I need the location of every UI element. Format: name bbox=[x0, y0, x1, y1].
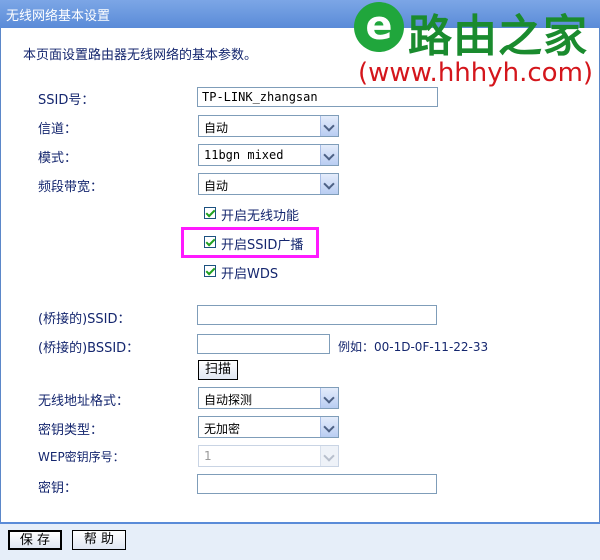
chevron-down-icon[interactable] bbox=[320, 417, 338, 437]
chevron-down-icon[interactable] bbox=[320, 116, 338, 136]
channel-select[interactable]: 自动 bbox=[198, 115, 339, 137]
channel-value: 自动 bbox=[204, 121, 229, 135]
ssid-label: SSID号： bbox=[38, 93, 95, 108]
mode-label: 模式： bbox=[38, 151, 78, 166]
enable-wireless-label: 开启无线功能 bbox=[221, 209, 300, 224]
wep-index-select[interactable]: 1 bbox=[198, 445, 339, 467]
chevron-down-icon[interactable] bbox=[320, 388, 338, 408]
footer-bar: 保 存 帮 助 bbox=[0, 522, 600, 560]
enable-wireless-checkbox[interactable] bbox=[204, 207, 216, 219]
bridge-ssid-label: (桥接的)SSID： bbox=[38, 312, 131, 327]
page-description: 本页面设置路由器无线网络的基本参数。 bbox=[23, 48, 258, 63]
chevron-down-icon[interactable] bbox=[320, 145, 338, 165]
address-format-label: 无线地址格式： bbox=[38, 394, 130, 409]
mode-value: 11bgn mixed bbox=[204, 148, 284, 162]
enable-wds-label: 开启WDS bbox=[221, 267, 279, 282]
bridge-bssid-label: (桥接的)BSSID： bbox=[38, 341, 140, 356]
watermark-logo: e 路由之家 (www.hhhyh.com) bbox=[350, 0, 600, 100]
key-type-value: 无加密 bbox=[204, 422, 241, 436]
key-input[interactable] bbox=[197, 474, 437, 494]
enable-wds-checkbox[interactable] bbox=[204, 265, 216, 277]
chevron-down-icon bbox=[320, 446, 338, 466]
wep-index-label: WEP密钥序号： bbox=[38, 450, 125, 464]
watermark-name: 路由之家 bbox=[408, 11, 588, 62]
enable-ssid-broadcast-label: 开启SSID广播 bbox=[221, 238, 304, 253]
key-label: 密钥： bbox=[38, 481, 78, 496]
watermark-url: (www.hhhyh.com) bbox=[358, 58, 594, 88]
bandwidth-select[interactable]: 自动 bbox=[198, 173, 339, 195]
bridge-bssid-input[interactable] bbox=[197, 334, 330, 354]
key-type-label: 密钥类型： bbox=[38, 423, 104, 438]
wep-index-value: 1 bbox=[204, 449, 212, 463]
scan-button[interactable]: 扫描 bbox=[198, 360, 238, 380]
chevron-down-icon[interactable] bbox=[320, 174, 338, 194]
bandwidth-value: 自动 bbox=[204, 179, 229, 193]
help-button[interactable]: 帮 助 bbox=[72, 530, 126, 550]
address-format-value: 自动探测 bbox=[204, 393, 253, 407]
bssid-example: 例如：00-1D-0F-11-22-33 bbox=[338, 340, 489, 354]
watermark-e-icon: e bbox=[354, 2, 404, 52]
key-type-select[interactable]: 无加密 bbox=[198, 416, 339, 438]
channel-label: 信道： bbox=[38, 122, 78, 137]
window-title: 无线网络基本设置 bbox=[6, 9, 111, 24]
bridge-ssid-input[interactable] bbox=[197, 305, 437, 325]
save-button[interactable]: 保 存 bbox=[8, 530, 62, 550]
enable-ssid-broadcast-checkbox[interactable] bbox=[204, 236, 216, 248]
mode-select[interactable]: 11bgn mixed bbox=[198, 144, 339, 166]
ssid-input[interactable]: TP-LINK_zhangsan bbox=[197, 87, 438, 107]
address-format-select[interactable]: 自动探测 bbox=[198, 387, 339, 409]
bandwidth-label: 频段带宽： bbox=[38, 180, 104, 195]
